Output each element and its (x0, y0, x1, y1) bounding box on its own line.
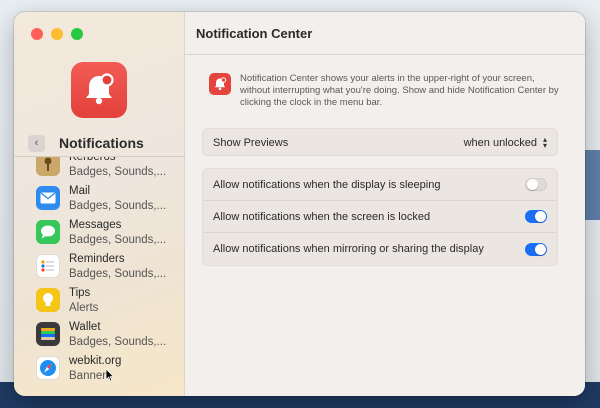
page-title: Notification Center (185, 12, 585, 55)
app-name: Tips (69, 287, 91, 299)
app-detail: Alerts (69, 302, 99, 314)
app-detail: Badges, Sounds,... (69, 200, 167, 212)
safari-icon (36, 356, 60, 380)
list-item-messages[interactable]: Messages Badges, Sounds,... (14, 216, 185, 250)
up-down-chevron-icon: ▴ ▾ (542, 135, 547, 150)
messages-icon (36, 220, 60, 244)
reminders-icon (36, 254, 60, 278)
show-previews-popup[interactable]: when unlocked ▴ ▾ (463, 135, 547, 150)
list-item-kerberos[interactable]: Kerberos Badges, Sounds,... (14, 157, 185, 182)
app-detail: Badges, Sounds,... (69, 336, 167, 348)
mail-icon (36, 186, 60, 210)
list-item-reminders[interactable]: Reminders Badges, Sounds,... (14, 250, 185, 284)
app-name: webkit.org (69, 355, 122, 367)
main-panel: Notification Center Notification Center … (185, 12, 585, 396)
list-item-tips[interactable]: Tips Alerts (14, 284, 185, 318)
minimize-button[interactable] (51, 28, 63, 40)
list-item-mail[interactable]: Mail Badges, Sounds,... (14, 182, 185, 216)
sidebar-header: ‹ Notifications (28, 133, 178, 153)
tips-icon (36, 288, 60, 312)
toggles-card: Allow notifications when the display is … (202, 168, 558, 266)
app-name: Messages (69, 219, 122, 231)
back-button[interactable]: ‹ (28, 134, 45, 152)
list-item-webkit[interactable]: webkit.org Banners (14, 352, 185, 386)
app-name: Wallet (69, 321, 101, 333)
app-detail: Badges, Sounds,... (69, 268, 167, 280)
mouse-pointer-icon (105, 368, 115, 382)
desktop-background-window (584, 150, 600, 220)
info-description: Notification Center shows your alerts in… (240, 73, 559, 108)
list-item-wallet[interactable]: Wallet Badges, Sounds,... (14, 318, 185, 352)
notifications-bell-icon (71, 62, 127, 118)
app-name: Reminders (69, 253, 125, 265)
show-previews-row: Show Previews when unlocked ▴ ▾ (203, 129, 557, 157)
close-button[interactable] (31, 28, 43, 40)
app-detail: Badges, Sounds,... (69, 166, 167, 178)
toggle-label: Allow notifications when mirroring or sh… (213, 243, 484, 255)
show-previews-value: when unlocked (463, 137, 537, 149)
app-name: Mail (69, 185, 91, 197)
notifications-bell-icon (209, 73, 231, 95)
settings-window: ‹ Notifications Kerberos Badges, Sounds,… (14, 12, 585, 396)
toggle-row-sleeping: Allow notifications when the display is … (203, 169, 557, 201)
locked-toggle[interactable] (525, 210, 547, 223)
previews-card: Show Previews when unlocked ▴ ▾ (202, 128, 558, 156)
window-controls (31, 28, 83, 40)
app-list[interactable]: Kerberos Badges, Sounds,... Mail Badges,… (14, 157, 185, 396)
mirroring-toggle[interactable] (525, 242, 547, 256)
zoom-button[interactable] (71, 28, 83, 40)
toggle-label: Allow notifications when the screen is l… (213, 210, 431, 223)
toggle-row-locked: Allow notifications when the screen is l… (203, 201, 557, 233)
app-detail: Badges, Sounds,... (69, 234, 167, 246)
sidebar: ‹ Notifications Kerberos Badges, Sounds,… (14, 12, 185, 396)
kerberos-icon (36, 157, 60, 176)
toggle-label: Allow notifications when the display is … (213, 178, 441, 191)
app-name: Kerberos (69, 157, 116, 163)
chevron-left-icon: ‹ (34, 137, 39, 149)
info-box: Notification Center shows your alerts in… (209, 73, 559, 109)
sleeping-toggle[interactable] (525, 178, 547, 191)
wallet-icon (36, 322, 60, 346)
show-previews-label: Show Previews (213, 137, 289, 149)
sidebar-title: Notifications (59, 135, 144, 151)
toggle-row-mirroring: Allow notifications when mirroring or sh… (203, 233, 557, 265)
